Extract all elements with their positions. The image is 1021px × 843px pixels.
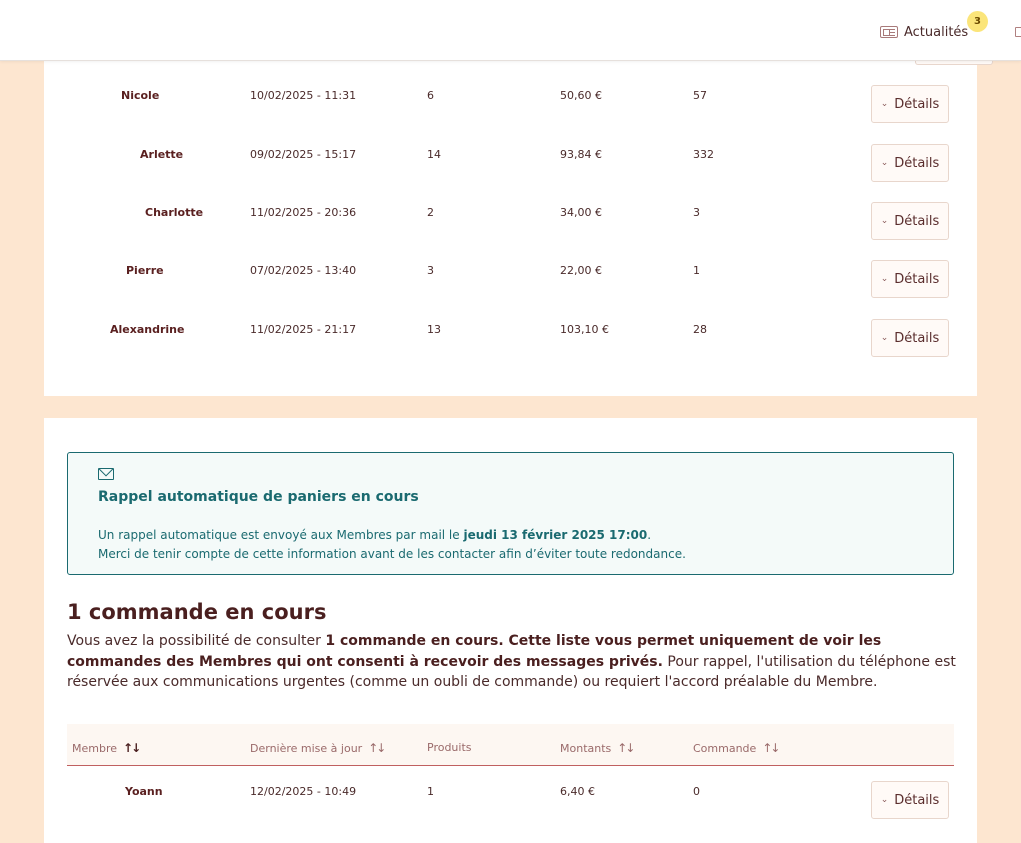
table-row: Nicole 10/02/2025 - 11:31 6 50,60 € 57 ⌄… (44, 85, 977, 129)
amount: 93,84 € (560, 148, 602, 161)
order-count: 57 (693, 89, 707, 102)
details-button[interactable]: ⌄ Détails (871, 85, 949, 123)
sort-icon: ↑↓ (762, 741, 780, 755)
member-name: Nicole (121, 89, 160, 102)
section-title: 1 commande en cours (67, 600, 327, 624)
section-description: Vous avez la possibilité de consulter 1 … (67, 631, 957, 693)
table-row: Yoann 12/02/2025 - 10:49 1 6,40 € 0 ⌄ Dé… (44, 781, 977, 825)
details-label: Détails (894, 96, 940, 112)
details-label: Détails (894, 271, 940, 287)
member-name: Yoann (125, 785, 163, 798)
reminder-alert: Rappel automatique de paniers en cours U… (67, 452, 954, 575)
reminder-text: Un rappel automatique est envoyé aux Mem… (98, 526, 938, 564)
amount: 22,00 € (560, 264, 602, 277)
col-products: Produits (427, 741, 472, 754)
col-order-label: Commande (693, 741, 757, 755)
member-name: Pierre (126, 264, 164, 277)
last-update: 11/02/2025 - 21:17 (250, 323, 357, 336)
reminder-title: Rappel automatique de paniers en cours (98, 489, 419, 505)
table-header: Membre ↑↓ Dernière mise à jour ↑↓ Produi… (67, 724, 954, 766)
chevron-down-icon: ⌄ (880, 158, 889, 168)
details-button[interactable]: ⌄ Détails (871, 319, 949, 357)
chevron-down-icon: ⌄ (880, 795, 889, 805)
chevron-down-icon: ⌄ (880, 216, 889, 226)
envelope-icon (98, 468, 114, 480)
chevron-down-icon: ⌄ (880, 99, 889, 109)
top-bar: Actualités 3 (0, 0, 1021, 61)
member-name: Arlette (140, 148, 184, 161)
news-link[interactable]: Actualités (880, 22, 968, 42)
current-orders-panel: Rappel automatique de paniers en cours U… (44, 418, 977, 843)
details-button[interactable]: ⌄ Détails (871, 781, 949, 819)
col-amount[interactable]: Montants ↑↓ (560, 741, 635, 755)
reminder-line1-prefix: Un rappel automatique est envoyé aux Mem… (98, 528, 464, 542)
last-update: 09/02/2025 - 15:17 (250, 148, 357, 161)
order-count: 332 (693, 148, 714, 161)
order-count: 1 (693, 264, 700, 277)
last-update: 07/02/2025 - 13:40 (250, 264, 357, 277)
chevron-down-icon: ⌄ (880, 333, 889, 343)
col-updated-label: Dernière mise à jour (250, 741, 363, 755)
last-update: 11/02/2025 - 20:36 (250, 206, 357, 219)
order-count: 0 (693, 785, 700, 798)
last-update: 10/02/2025 - 11:31 (250, 89, 357, 102)
member-name: Alexandrine (110, 323, 185, 336)
details-label: Détails (894, 330, 940, 346)
details-button[interactable]: ⌄ Détails (871, 202, 949, 240)
amount: 6,40 € (560, 785, 595, 798)
products-count: 3 (427, 264, 434, 277)
details-button[interactable]: ⌄ Détails (871, 260, 949, 298)
products-count: 2 (427, 206, 434, 219)
sort-icon: ↑↓ (617, 741, 635, 755)
amount: 103,10 € (560, 323, 609, 336)
table-row: Pierre 07/02/2025 - 13:40 3 22,00 € 1 ⌄ … (44, 260, 977, 304)
desc-prefix: Vous avez la possibilité de consulter (67, 633, 326, 649)
col-updated[interactable]: Dernière mise à jour ↑↓ (250, 741, 386, 755)
notification-badge: 3 (967, 11, 988, 32)
chevron-down-icon: ⌄ (880, 274, 889, 284)
sort-icon: ↑↓ (123, 741, 141, 755)
details-label: Détails (894, 792, 940, 808)
table-row: Charlotte 11/02/2025 - 20:36 2 34,00 € 3… (44, 202, 977, 246)
products-count: 6 (427, 89, 434, 102)
details-label: Détails (894, 155, 940, 171)
news-label: Actualités (904, 24, 969, 40)
reminder-line1-suffix: . (647, 528, 652, 542)
col-member-label: Membre (72, 741, 118, 755)
newspaper-icon (880, 26, 898, 38)
amount: 34,00 € (560, 206, 602, 219)
reminder-date: jeudi 13 février 2025 17:00 (463, 528, 648, 542)
order-count: 3 (693, 206, 700, 219)
table-row: Arlette 09/02/2025 - 15:17 14 93,84 € 33… (44, 144, 977, 188)
products-count: 1 (427, 785, 434, 798)
col-order[interactable]: Commande ↑↓ (693, 741, 780, 755)
col-amount-label: Montants (560, 741, 612, 755)
member-name: Charlotte (145, 206, 204, 219)
details-label: Détails (894, 213, 940, 229)
products-count: 13 (427, 323, 441, 336)
last-update: 12/02/2025 - 10:49 (250, 785, 357, 798)
details-button[interactable]: ⌄ Détails (871, 144, 949, 182)
document-icon[interactable] (1015, 27, 1021, 37)
col-member[interactable]: Membre ↑↓ (72, 741, 141, 755)
products-count: 14 (427, 148, 441, 161)
amount: 50,60 € (560, 89, 602, 102)
col-products-label: Produits (427, 741, 472, 754)
reminder-line2: Merci de tenir compte de cette informati… (98, 547, 686, 561)
sort-icon: ↑↓ (368, 741, 386, 755)
order-count: 28 (693, 323, 707, 336)
table-row: Alexandrine 11/02/2025 - 21:17 13 103,10… (44, 319, 977, 363)
